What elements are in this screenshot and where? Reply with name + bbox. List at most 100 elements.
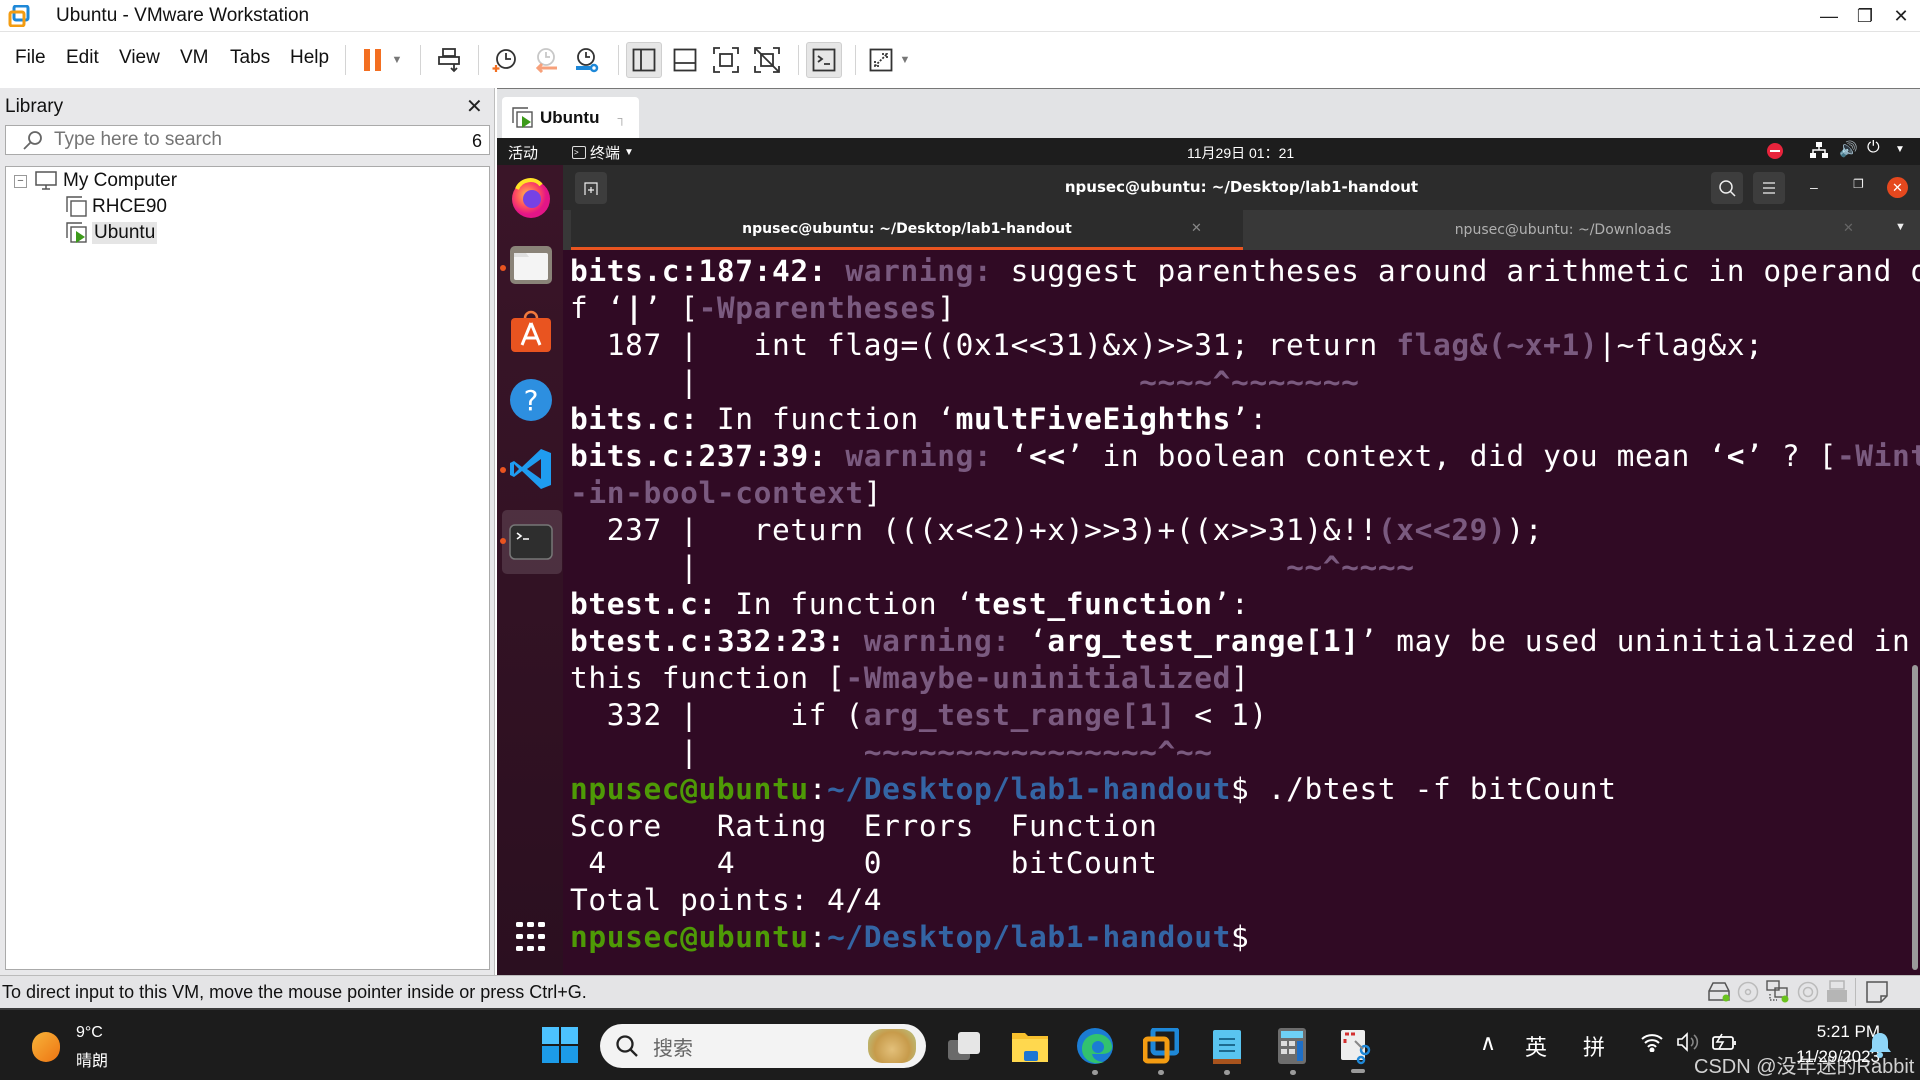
ime-mode[interactable]: 拼 <box>1583 1030 1605 1062</box>
terminal-output[interactable]: bits.c:187:42: warning: suggest parenthe… <box>563 250 1920 975</box>
snapshot-revert-icon <box>535 48 557 73</box>
close-button[interactable]: ✕ <box>1878 0 1920 32</box>
ubuntu-clock[interactable]: 11月29日 01：21 <box>1187 143 1294 163</box>
menu-file[interactable]: File <box>15 47 46 69</box>
send-ctrl-alt-del-button[interactable] <box>432 42 468 78</box>
terminal-line: -in-bool-context] <box>570 476 883 510</box>
vmware-icon <box>1143 1028 1179 1064</box>
taskbar-calculator[interactable] <box>1272 1026 1312 1066</box>
start-button[interactable] <box>542 1027 578 1068</box>
take-snapshot-button[interactable] <box>487 42 523 78</box>
taskbar-search[interactable]: 搜索 <box>600 1024 926 1068</box>
toolbar-divider <box>420 45 421 75</box>
do-not-disturb-icon[interactable] <box>1767 143 1783 159</box>
taskbar-vmware[interactable] <box>1141 1026 1181 1066</box>
tab-close-button[interactable]: ✕ <box>1191 220 1202 236</box>
taskbar-time[interactable]: 5:21 PM <box>1770 1022 1880 1042</box>
input-language[interactable]: 英 <box>1525 1030 1547 1062</box>
vm-tab-ubuntu[interactable]: Ubuntu ┐ <box>502 97 639 139</box>
terminal-tab-downloads[interactable]: npusec@ubuntu: ~/Downloads <box>1243 210 1883 250</box>
snapshot-take-icon <box>492 49 516 72</box>
manage-snapshots-button[interactable] <box>568 42 604 78</box>
app-menu-terminal[interactable]: > 终端 ▼ <box>572 142 634 163</box>
volume-icon[interactable]: 🔊 <box>1839 140 1858 158</box>
thumbnail-bar-button[interactable] <box>667 42 703 78</box>
terminal-tab-lab1[interactable]: npusec@ubuntu: ~/Desktop/lab1-handout <box>571 210 1243 250</box>
weather-temperature[interactable]: 9°C <box>76 1024 103 1042</box>
console-view-button[interactable] <box>806 42 842 78</box>
menu-help[interactable]: Help <box>290 47 329 69</box>
pause-icon <box>364 49 381 71</box>
software-center-icon <box>511 310 551 352</box>
computer-icon <box>35 171 57 190</box>
activities-button[interactable]: 活动 <box>508 142 538 163</box>
unity-button[interactable] <box>749 42 785 78</box>
terminal-line: bits.c:237:39: warning: ‘<<’ in boolean … <box>570 439 1920 473</box>
tree-item-ubuntu[interactable]: Ubuntu <box>66 222 158 244</box>
network-adapter-icon[interactable] <box>1766 980 1790 1009</box>
dock-help[interactable]: ? <box>509 378 553 422</box>
message-log-icon[interactable] <box>1866 981 1888 1008</box>
library-search-input[interactable] <box>54 128 434 152</box>
terminal-close-button[interactable]: ✕ <box>1887 177 1908 198</box>
toolbar-divider <box>345 45 346 75</box>
taskbar-edge[interactable] <box>1075 1026 1115 1066</box>
tabs-dropdown-button[interactable]: ▼ <box>1895 221 1906 233</box>
library-close-button[interactable]: ✕ <box>466 94 483 119</box>
tab-pin-icon[interactable]: ┐ <box>617 111 626 125</box>
search-icon <box>616 1035 638 1057</box>
pause-dropdown-button[interactable]: ▼ <box>385 42 409 78</box>
full-screen-icon <box>713 47 739 73</box>
usb-printer-icon[interactable] <box>1825 980 1849 1009</box>
app-grid-icon <box>516 922 545 951</box>
files-icon <box>510 246 552 284</box>
menu-view[interactable]: View <box>119 47 160 69</box>
chevron-down-icon: ▼ <box>624 147 634 158</box>
dock-software[interactable] <box>509 310 553 354</box>
dock-vscode[interactable] <box>509 447 553 491</box>
show-library-button[interactable] <box>626 42 662 78</box>
taskbar-search-placeholder: 搜索 <box>653 1037 693 1060</box>
revert-snapshot-button[interactable] <box>528 42 564 78</box>
stretch-dropdown-button[interactable]: ▼ <box>893 42 917 78</box>
dock-files[interactable] <box>509 243 553 287</box>
network-icon[interactable] <box>1810 142 1828 162</box>
terminal-scrollbar[interactable] <box>1912 665 1918 970</box>
full-screen-button[interactable] <box>708 42 744 78</box>
terminal-line: 332 | if (arg_test_range[1] < 1) <box>570 698 1268 732</box>
show-applications-button[interactable] <box>509 915 553 959</box>
taskbar-snipping-tool[interactable] <box>1337 1026 1377 1066</box>
terminal-line: bits.c: In function ‘multFiveEighths’: <box>570 402 1268 436</box>
terminal-minimize-button[interactable]: – <box>1810 179 1818 195</box>
taskbar-task-view[interactable] <box>944 1026 984 1066</box>
weather-sun-icon[interactable] <box>32 1032 60 1062</box>
snipping-tool-icon <box>1341 1030 1371 1065</box>
tree-item-rhce90[interactable]: RHCE90 <box>66 196 167 218</box>
collapse-icon[interactable]: − <box>14 174 27 188</box>
terminal-menu-button[interactable] <box>1753 172 1785 204</box>
vm-running-icon <box>512 107 533 128</box>
sound-card-icon[interactable] <box>1797 981 1819 1008</box>
taskbar-file-explorer[interactable] <box>1010 1026 1050 1066</box>
terminal-search-button[interactable] <box>1711 172 1743 204</box>
system-menu-chevron-icon[interactable]: ▼ <box>1895 144 1905 155</box>
cd-dvd-icon[interactable] <box>1737 981 1759 1008</box>
wifi-icon[interactable] <box>1640 1032 1664 1057</box>
menu-tabs[interactable]: Tabs <box>230 47 270 69</box>
library-search[interactable]: 6 <box>5 125 490 155</box>
dock-firefox[interactable] <box>509 175 553 219</box>
weather-description[interactable]: 晴朗 <box>76 1047 108 1071</box>
tree-label: My Computer <box>63 170 178 191</box>
tree-item-my-computer[interactable]: − My Computer <box>14 170 177 192</box>
hard-disk-icon[interactable] <box>1707 981 1731 1008</box>
tab-close-button[interactable]: ✕ <box>1843 220 1854 236</box>
dock-terminal[interactable] <box>509 520 553 564</box>
vm-icon <box>66 196 87 217</box>
power-icon[interactable]: ⏻ <box>1867 139 1880 157</box>
taskbar-notepad[interactable] <box>1207 1026 1247 1066</box>
close-icon: ✕ <box>1893 5 1909 26</box>
show-hidden-icons-button[interactable]: ∧ <box>1480 1030 1496 1056</box>
menu-vm[interactable]: VM <box>180 47 209 69</box>
terminal-restore-button[interactable]: ❐ <box>1853 177 1864 191</box>
menu-edit[interactable]: Edit <box>66 47 99 69</box>
